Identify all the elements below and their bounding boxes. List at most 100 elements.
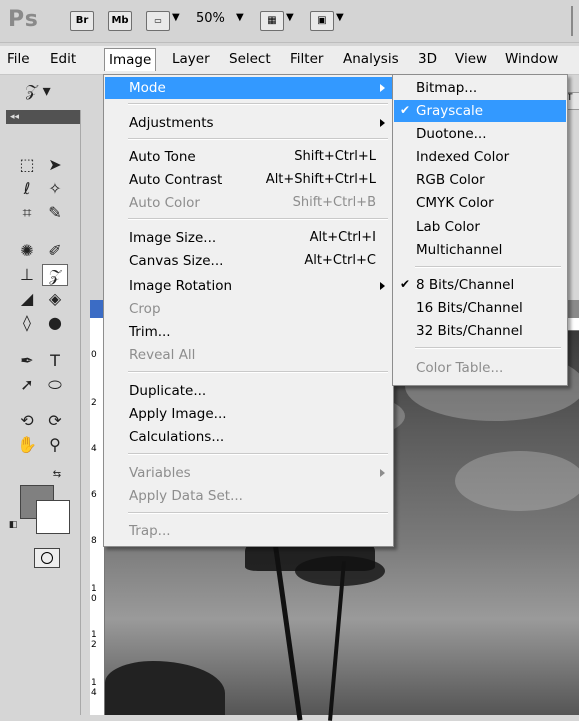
checkmark-icon: ✔ (400, 103, 411, 117)
submenu-item-label: 16 Bits/Channel (416, 300, 523, 316)
submenu-item-grayscale[interactable]: ✔ Grayscale (394, 100, 566, 122)
menu-item-image-size[interactable]: Image Size... Alt+Ctrl+I (105, 227, 392, 249)
menu-item-shortcut: Shift+Ctrl+L (294, 149, 376, 164)
menu-item-duplicate[interactable]: Duplicate... (105, 380, 392, 402)
menu-view[interactable]: View (455, 51, 487, 67)
zoom-dropdown-icon[interactable]: ▼ (236, 12, 244, 23)
default-colors-icon[interactable]: ◧ (6, 518, 20, 532)
menu-item-auto-tone[interactable]: Auto Tone Shift+Ctrl+L (105, 146, 392, 168)
menu-item-apply-image[interactable]: Apply Image... (105, 403, 392, 425)
mode-submenu: Bitmap... ✔ Grayscale Duotone... Indexed… (392, 74, 568, 386)
menu-separator (128, 512, 388, 514)
menu-item-auto-contrast[interactable]: Auto Contrast Alt+Shift+Ctrl+L (105, 169, 392, 191)
appbar-divider (571, 6, 573, 36)
hand-tool-icon[interactable]: ✋ (14, 434, 40, 456)
blur-tool-icon[interactable]: ◊ (14, 312, 40, 334)
3d-orbit-tool-icon[interactable]: ⟳ (42, 410, 68, 432)
move-tool-icon[interactable]: ➤ (42, 154, 68, 176)
menu-item-label: Trap... (129, 523, 171, 539)
options-bar: 𝒵 ▾ (6, 76, 106, 110)
menu-file[interactable]: File (7, 51, 30, 67)
marquee-tool-icon[interactable]: ⬚ (14, 154, 40, 176)
submenu-item-8-bits[interactable]: ✔ 8 Bits/Channel (394, 274, 566, 296)
submenu-arrow-icon (380, 469, 385, 477)
submenu-item-16-bits[interactable]: 16 Bits/Channel (394, 297, 566, 319)
menu-item-image-rotation[interactable]: Image Rotation (105, 275, 392, 297)
history-brush-tool-icon[interactable]: 𝒵 (42, 264, 68, 286)
submenu-item-rgb-color[interactable]: RGB Color (394, 169, 566, 191)
pen-tool-icon[interactable]: ✒ (14, 350, 40, 372)
mini-bridge-button[interactable]: Mb (108, 11, 132, 31)
menu-item-label: Apply Image... (129, 406, 227, 422)
submenu-item-label: Indexed Color (416, 149, 510, 165)
submenu-item-multichannel[interactable]: Multichannel (394, 239, 566, 261)
zoom-level[interactable]: 50% (196, 11, 225, 26)
ruler-label: 0 (91, 350, 97, 360)
menu-separator (128, 453, 388, 455)
clone-stamp-tool-icon[interactable]: ⊥ (14, 264, 40, 286)
menu-item-mode[interactable]: Mode (105, 77, 392, 99)
brush-tool-icon[interactable]: ✐ (42, 240, 68, 262)
submenu-item-lab-color[interactable]: Lab Color (394, 216, 566, 238)
menu-layer[interactable]: Layer (172, 51, 210, 67)
type-tool-icon[interactable]: T (42, 350, 68, 372)
view-extras-button[interactable]: ▭ (146, 11, 170, 31)
eraser-tool-icon[interactable]: ◢ (14, 288, 40, 310)
menu-item-trim[interactable]: Trim... (105, 321, 392, 343)
submenu-separator (415, 347, 561, 349)
ruler-label: 1 4 (91, 678, 97, 698)
menu-item-label: Image Rotation (129, 278, 233, 294)
menu-item-shortcut: Alt+Shift+Ctrl+L (265, 172, 376, 187)
menu-item-calculations[interactable]: Calculations... (105, 426, 392, 448)
screen-mode-button[interactable]: ▣ (310, 11, 334, 31)
menu-edit[interactable]: Edit (50, 51, 76, 67)
menu-item-reveal-all: Reveal All (105, 344, 392, 366)
submenu-item-duotone[interactable]: Duotone... (394, 123, 566, 145)
menu-item-canvas-size[interactable]: Canvas Size... Alt+Ctrl+C (105, 250, 392, 272)
arrange-documents-button[interactable]: ▦ (260, 11, 284, 31)
menu-window[interactable]: Window (505, 51, 558, 67)
toolbox-collapse-icon[interactable]: ◂◂ (6, 110, 80, 124)
spot-healing-tool-icon[interactable]: ✺ (14, 240, 40, 262)
submenu-item-bitmap[interactable]: Bitmap... (394, 77, 566, 99)
submenu-item-cmyk-color[interactable]: CMYK Color (394, 192, 566, 214)
submenu-item-indexed-color[interactable]: Indexed Color (394, 146, 566, 168)
submenu-item-32-bits[interactable]: 32 Bits/Channel (394, 320, 566, 342)
menu-item-adjustments[interactable]: Adjustments (105, 112, 392, 134)
menu-select[interactable]: Select (229, 51, 271, 67)
menu-item-label: Variables (129, 465, 191, 481)
menu-3d[interactable]: 3D (418, 51, 437, 67)
submenu-item-label: Grayscale (416, 103, 484, 119)
lasso-tool-icon[interactable]: ℓ (14, 178, 40, 200)
menu-analysis[interactable]: Analysis (343, 51, 399, 67)
arrange-dropdown-icon[interactable]: ▼ (286, 12, 294, 23)
background-color-swatch[interactable] (36, 500, 70, 534)
menu-image[interactable]: Image (104, 48, 157, 71)
menu-item-shortcut: Shift+Ctrl+B (292, 195, 376, 210)
menu-item-label: Auto Tone (129, 149, 196, 165)
submenu-separator (415, 266, 561, 268)
3d-rotate-tool-icon[interactable]: ⟲ (14, 410, 40, 432)
ellipse-tool-icon[interactable]: ⬭ (42, 374, 68, 396)
dodge-tool-icon[interactable]: ● (42, 312, 68, 334)
menu-separator (128, 371, 388, 373)
quick-selection-tool-icon[interactable]: ✧ (42, 178, 68, 200)
view-extras-dropdown-icon[interactable]: ▼ (172, 12, 180, 23)
submenu-arrow-icon (380, 119, 385, 127)
swap-colors-icon[interactable]: ⇆ (50, 468, 64, 482)
submenu-item-label: CMYK Color (416, 195, 494, 211)
bridge-button[interactable]: Br (70, 11, 94, 31)
zoom-tool-icon[interactable]: ⚲ (42, 434, 68, 456)
brush-preset-picker[interactable]: 𝒵 ▾ (18, 80, 58, 102)
screen-mode-dropdown-icon[interactable]: ▼ (336, 12, 344, 23)
path-selection-tool-icon[interactable]: ➚ (14, 374, 40, 396)
menu-filter[interactable]: Filter (290, 51, 323, 67)
submenu-item-label: Duotone... (416, 126, 487, 142)
crop-tool-icon[interactable]: ⌗ (14, 202, 40, 224)
checkmark-icon: ✔ (400, 277, 411, 291)
quick-mask-icon[interactable] (34, 548, 60, 568)
menu-separator (128, 138, 388, 140)
eyedropper-tool-icon[interactable]: ✎ (42, 202, 68, 224)
menu-item-label: Calculations... (129, 429, 225, 445)
paint-bucket-tool-icon[interactable]: ◈ (42, 288, 68, 310)
